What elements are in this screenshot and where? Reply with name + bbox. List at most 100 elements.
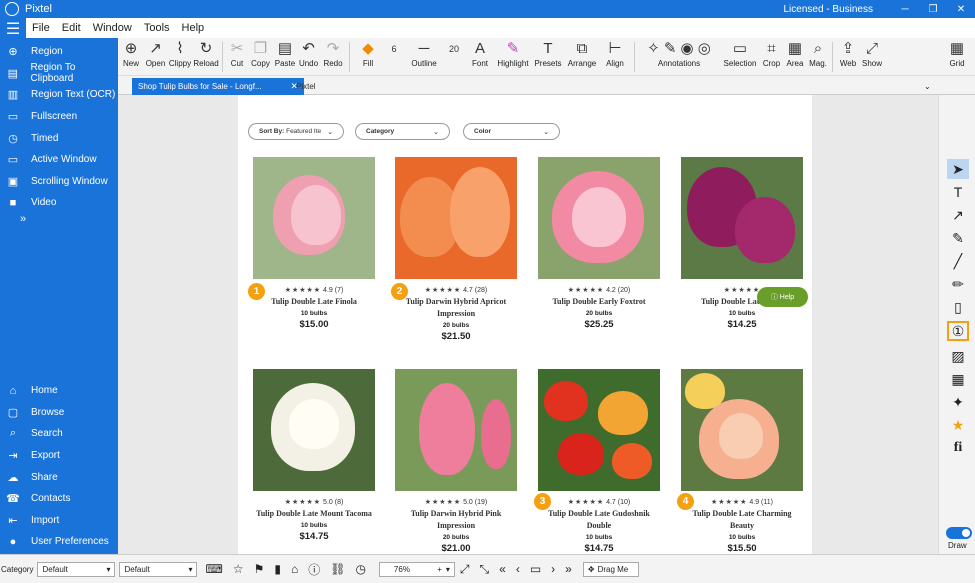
table-tool-icon[interactable]: ▦ — [947, 369, 969, 389]
fill-button[interactable]: ◆ Fill — [353, 38, 383, 76]
paste-button[interactable]: ▤ Paste — [273, 38, 297, 76]
first-page-icon[interactable]: « — [499, 562, 506, 576]
menu-window[interactable]: Window — [87, 22, 138, 34]
grid-button[interactable]: ▦ Grid — [939, 38, 975, 76]
fit-icon[interactable]: ⤢ — [460, 562, 470, 577]
marker-tool-icon[interactable]: ✏ — [947, 274, 969, 294]
arrange-button[interactable]: ⧉ Arrange — [565, 38, 599, 76]
show-button[interactable]: ⤢ Show — [860, 38, 884, 76]
bookmark-icon[interactable]: ▮ — [274, 562, 281, 576]
presets-button[interactable]: T Presets — [531, 38, 565, 76]
redo-button[interactable]: ↷ Redo — [320, 38, 346, 76]
tag-icon[interactable]: ⌂ — [291, 562, 298, 576]
copy-button[interactable]: ❐ Copy — [248, 38, 273, 76]
area-button[interactable]: ▦ Area — [783, 38, 807, 76]
align-button[interactable]: ⊢ Align — [599, 38, 631, 76]
sidebar-item-scrolling-window[interactable]: ▣ Scrolling Window — [0, 171, 118, 193]
product-card[interactable]: ★★★★★ 4.9 (7) Tulip Double Late Finola 1… — [253, 157, 375, 330]
sort-by-dropdown[interactable]: Sort By: Featured Ite ⌄ — [248, 123, 344, 140]
selection-button[interactable]: ▭ Selection — [720, 38, 760, 76]
history-icon[interactable]: ◷ — [355, 562, 365, 576]
crop-button[interactable]: ⌗ Crop — [760, 38, 783, 76]
open-button[interactable]: ↗ Open — [144, 38, 167, 76]
draw-toggle[interactable] — [946, 527, 972, 539]
sidebar-item-search[interactable]: ⌕ Search — [0, 423, 118, 445]
sidebar-item-import[interactable]: ⇤ Import — [0, 510, 118, 532]
magnifier-button[interactable]: ⌕ Mag. — [807, 38, 829, 76]
sidebar-item-browse[interactable]: ▢ Browse — [0, 402, 118, 424]
tabs-dropdown-icon[interactable]: ⌄ — [918, 78, 937, 95]
text-tool-icon[interactable]: T — [947, 182, 969, 202]
annotations-group[interactable]: ✧ ✎ ◉ ◎ Annotations — [638, 38, 720, 76]
zoom-in-icon[interactable]: + — [437, 565, 442, 574]
star-tool-icon[interactable]: ★ — [947, 415, 969, 435]
image-stamp-tool-icon[interactable]: ▨ — [947, 346, 969, 366]
pen-tool-icon[interactable]: ✎ — [947, 228, 969, 248]
product-card[interactable]: ★★★★★ 4.7 (10) Tulip Double Late Gudoshn… — [538, 369, 660, 554]
product-card[interactable]: ★★★★★ 5.0 (8) Tulip Double Late Mount Ta… — [253, 369, 375, 542]
color-dropdown[interactable]: Color ⌄ — [463, 123, 560, 140]
font-button[interactable]: A Font — [465, 38, 495, 76]
menu-tools[interactable]: Tools — [138, 22, 176, 34]
sidebar-item-active-window[interactable]: ▭ Active Window — [0, 149, 118, 171]
link-icon[interactable]: ⛓ — [330, 562, 345, 576]
product-card[interactable]: ★★★★★ 4.2 (20) Tulip Double Early Foxtro… — [538, 157, 660, 330]
sparkle-tool-icon[interactable]: ✦ — [947, 392, 969, 412]
sidebar-item-contacts[interactable]: ☎ Contacts — [0, 488, 118, 510]
sidebar-item-region-clipboard[interactable]: ▤ Region To Clipboard — [0, 62, 118, 84]
drag-me-button[interactable]: ✥ Drag Me — [582, 561, 639, 577]
sidebar-item-user-preferences[interactable]: ● User Preferences — [0, 531, 118, 553]
font-tool-icon[interactable]: fi — [947, 438, 969, 458]
sidebar-item-export[interactable]: ⇥ Export — [0, 445, 118, 467]
prev-page-icon[interactable]: ‹ — [516, 562, 520, 576]
flag-icon[interactable]: ⚑ — [254, 562, 265, 576]
line-tool-icon[interactable]: ╱ — [947, 251, 969, 271]
web-button[interactable]: ⇪ Web — [836, 38, 860, 76]
menu-help[interactable]: Help — [176, 22, 211, 34]
info-icon[interactable]: ⓘ — [308, 561, 320, 578]
menu-file[interactable]: File — [26, 22, 56, 34]
hamburger-menu-icon[interactable]: ☰ — [0, 18, 26, 40]
next-page-icon[interactable]: › — [551, 562, 555, 576]
help-button[interactable]: ⓘ Help — [757, 287, 808, 307]
expand-icon[interactable]: ⤡ — [480, 562, 490, 577]
sidebar-item-video[interactable]: ■ Video — [0, 192, 118, 214]
pointer-tool-icon[interactable]: ➤ — [947, 159, 969, 179]
clippy-button[interactable]: ⌇ Clippy — [167, 38, 193, 76]
sidebar-item-timed[interactable]: ◷ Timed — [0, 127, 118, 149]
tab-pixtel[interactable]: Pixtel — [290, 78, 322, 95]
product-card[interactable]: ★★★★★ 4.9 (11) Tulip Double Late Charmin… — [681, 369, 803, 554]
highlight-button[interactable]: ✎ Highlight — [495, 38, 531, 76]
sidebar-item-fullscreen[interactable]: ▭ Fullscreen — [0, 106, 118, 128]
keyboard-icon[interactable]: ⌨ — [205, 562, 222, 576]
star-icon[interactable]: ☆ — [233, 562, 244, 576]
maximize-button[interactable]: ❐ — [919, 4, 947, 15]
menu-edit[interactable]: Edit — [56, 22, 87, 34]
font-size-dropdown[interactable]: 20 — [443, 38, 465, 76]
outline-width-dropdown[interactable]: 6 — [383, 38, 405, 76]
sidebar-item-home[interactable]: ⌂ Home — [0, 380, 118, 402]
arrow-tool-icon[interactable]: ↗ — [947, 205, 969, 225]
minimize-button[interactable]: ─ — [891, 4, 919, 15]
window-icon[interactable]: ▭ — [530, 562, 541, 576]
tab-shop-tulips[interactable]: Shop Tulip Bulbs for Sale - Longf... ✕ — [132, 78, 304, 95]
step-number-tool-icon[interactable]: ① — [947, 321, 969, 341]
note-tool-icon[interactable]: ▯ — [947, 297, 969, 317]
outline-button[interactable]: ─ Outline — [405, 38, 443, 76]
sidebar-item-region[interactable]: ⊕ Region — [0, 41, 118, 63]
undo-button[interactable]: ↶ Undo — [297, 38, 320, 76]
category-dropdown[interactable]: Category ⌄ — [355, 123, 450, 140]
reload-button[interactable]: ↻ Reload — [193, 38, 219, 76]
zoom-control[interactable]: 76% + ▾ — [378, 561, 455, 577]
last-page-icon[interactable]: » — [565, 562, 572, 576]
product-card[interactable]: ★★★★★ 5.0 (19) Tulip Darwin Hybrid Pink … — [395, 369, 517, 554]
style-select[interactable]: Default ▾ — [119, 561, 198, 577]
cut-button[interactable]: ✂ Cut — [226, 38, 248, 76]
capture-canvas[interactable]: Sort By: Featured Ite ⌄ Category ⌄ Color ⌄ … — [118, 95, 938, 554]
close-button[interactable]: ✕ — [947, 4, 975, 15]
more-chevron-icon[interactable]: » — [0, 213, 118, 226]
sidebar-item-share[interactable]: ☁ Share — [0, 466, 118, 488]
new-button[interactable]: ⊕ New — [118, 38, 144, 76]
sidebar-item-region-ocr[interactable]: ▥ Region Text (OCR) — [0, 84, 118, 106]
product-card[interactable]: ★★★★★ 4.7 (28) Tulip Darwin Hybrid Apric… — [395, 157, 517, 342]
